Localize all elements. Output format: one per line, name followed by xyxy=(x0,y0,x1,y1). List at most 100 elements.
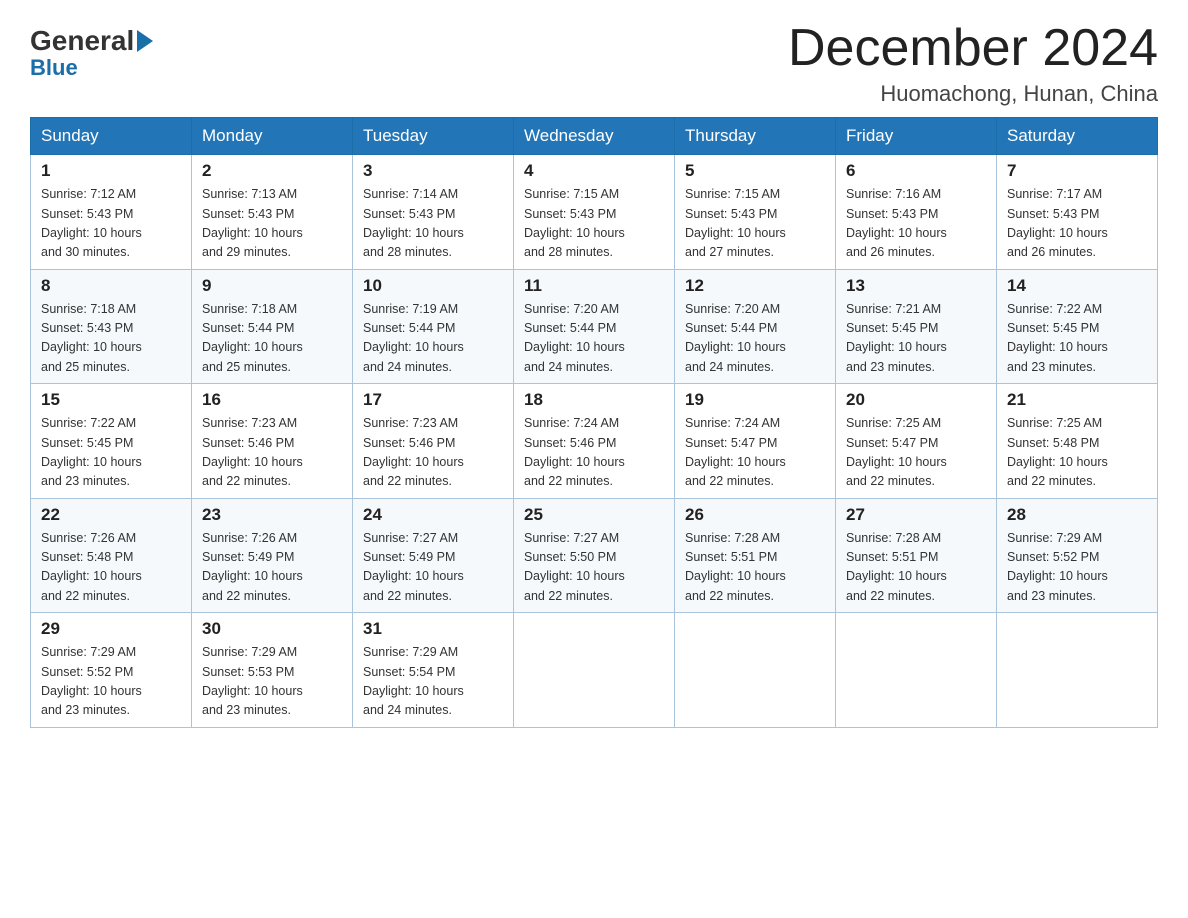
day-number: 12 xyxy=(685,276,825,296)
calendar-table: SundayMondayTuesdayWednesdayThursdayFrid… xyxy=(30,117,1158,728)
calendar-cell: 5 Sunrise: 7:15 AMSunset: 5:43 PMDaylight… xyxy=(675,155,836,270)
calendar-cell: 8 Sunrise: 7:18 AMSunset: 5:43 PMDaylight… xyxy=(31,269,192,384)
calendar-cell: 7 Sunrise: 7:17 AMSunset: 5:43 PMDaylight… xyxy=(997,155,1158,270)
day-number: 25 xyxy=(524,505,664,525)
day-info: Sunrise: 7:25 AMSunset: 5:48 PMDaylight:… xyxy=(1007,414,1147,492)
day-info: Sunrise: 7:29 AMSunset: 5:53 PMDaylight:… xyxy=(202,643,342,721)
day-info: Sunrise: 7:14 AMSunset: 5:43 PMDaylight:… xyxy=(363,185,503,263)
calendar-cell: 13Sunrise: 7:21 AMSunset: 5:45 PMDayligh… xyxy=(836,269,997,384)
calendar-cell xyxy=(514,613,675,728)
day-number: 13 xyxy=(846,276,986,296)
day-number: 11 xyxy=(524,276,664,296)
day-info: Sunrise: 7:17 AMSunset: 5:43 PMDaylight:… xyxy=(1007,185,1147,263)
calendar-cell: 30 Sunrise: 7:29 AMSunset: 5:53 PMDayligh… xyxy=(192,613,353,728)
day-number: 6 xyxy=(846,161,986,181)
weekday-header-thursday: Thursday xyxy=(675,118,836,155)
day-number: 26 xyxy=(685,505,825,525)
day-number: 7 xyxy=(1007,161,1147,181)
day-number: 24 xyxy=(363,505,503,525)
day-info: Sunrise: 7:29 AMSunset: 5:54 PMDaylight:… xyxy=(363,643,503,721)
day-info: Sunrise: 7:13 AMSunset: 5:43 PMDaylight:… xyxy=(202,185,342,263)
calendar-cell: 25 Sunrise: 7:27 AMSunset: 5:50 PMDayligh… xyxy=(514,498,675,613)
day-info: Sunrise: 7:16 AMSunset: 5:43 PMDaylight:… xyxy=(846,185,986,263)
day-number: 14 xyxy=(1007,276,1147,296)
day-number: 3 xyxy=(363,161,503,181)
day-info: Sunrise: 7:20 AMSunset: 5:44 PMDaylight:… xyxy=(685,300,825,378)
logo-blue-text: Blue xyxy=(30,55,153,81)
calendar-cell: 14 Sunrise: 7:22 AMSunset: 5:45 PMDayligh… xyxy=(997,269,1158,384)
day-number: 18 xyxy=(524,390,664,410)
weekday-header-sunday: Sunday xyxy=(31,118,192,155)
day-number: 30 xyxy=(202,619,342,639)
calendar-cell: 10 Sunrise: 7:19 AMSunset: 5:44 PMDayligh… xyxy=(353,269,514,384)
day-info: Sunrise: 7:15 AMSunset: 5:43 PMDaylight:… xyxy=(685,185,825,263)
day-info: Sunrise: 7:27 AMSunset: 5:49 PMDaylight:… xyxy=(363,529,503,607)
day-info: Sunrise: 7:25 AMSunset: 5:47 PMDaylight:… xyxy=(846,414,986,492)
calendar-cell: 22 Sunrise: 7:26 AMSunset: 5:48 PMDayligh… xyxy=(31,498,192,613)
day-number: 5 xyxy=(685,161,825,181)
day-number: 20 xyxy=(846,390,986,410)
weekday-header-monday: Monday xyxy=(192,118,353,155)
day-number: 21 xyxy=(1007,390,1147,410)
weekday-header-friday: Friday xyxy=(836,118,997,155)
calendar-cell: 21 Sunrise: 7:25 AMSunset: 5:48 PMDayligh… xyxy=(997,384,1158,499)
day-info: Sunrise: 7:27 AMSunset: 5:50 PMDaylight:… xyxy=(524,529,664,607)
day-number: 17 xyxy=(363,390,503,410)
month-title: December 2024 xyxy=(788,20,1158,77)
day-info: Sunrise: 7:24 AMSunset: 5:47 PMDaylight:… xyxy=(685,414,825,492)
weekday-header-row: SundayMondayTuesdayWednesdayThursdayFrid… xyxy=(31,118,1158,155)
calendar-cell: 31Sunrise: 7:29 AMSunset: 5:54 PMDayligh… xyxy=(353,613,514,728)
calendar-cell: 24 Sunrise: 7:27 AMSunset: 5:49 PMDayligh… xyxy=(353,498,514,613)
day-number: 8 xyxy=(41,276,181,296)
logo: General Blue xyxy=(30,25,153,81)
day-info: Sunrise: 7:22 AMSunset: 5:45 PMDaylight:… xyxy=(41,414,181,492)
day-number: 19 xyxy=(685,390,825,410)
day-info: Sunrise: 7:29 AMSunset: 5:52 PMDaylight:… xyxy=(41,643,181,721)
calendar-cell: 19 Sunrise: 7:24 AMSunset: 5:47 PMDayligh… xyxy=(675,384,836,499)
weekday-header-wednesday: Wednesday xyxy=(514,118,675,155)
day-number: 10 xyxy=(363,276,503,296)
calendar-cell: 27Sunrise: 7:28 AMSunset: 5:51 PMDayligh… xyxy=(836,498,997,613)
calendar-cell: 23Sunrise: 7:26 AMSunset: 5:49 PMDayligh… xyxy=(192,498,353,613)
calendar-cell: 20 Sunrise: 7:25 AMSunset: 5:47 PMDayligh… xyxy=(836,384,997,499)
week-row-1: 1 Sunrise: 7:12 AMSunset: 5:43 PMDaylight… xyxy=(31,155,1158,270)
calendar-cell: 11 Sunrise: 7:20 AMSunset: 5:44 PMDayligh… xyxy=(514,269,675,384)
calendar-cell xyxy=(836,613,997,728)
day-number: 22 xyxy=(41,505,181,525)
logo-general-text: General xyxy=(30,25,134,57)
day-number: 9 xyxy=(202,276,342,296)
calendar-cell: 26 Sunrise: 7:28 AMSunset: 5:51 PMDayligh… xyxy=(675,498,836,613)
calendar-cell: 2 Sunrise: 7:13 AMSunset: 5:43 PMDaylight… xyxy=(192,155,353,270)
day-info: Sunrise: 7:26 AMSunset: 5:49 PMDaylight:… xyxy=(202,529,342,607)
weekday-header-saturday: Saturday xyxy=(997,118,1158,155)
day-number: 15 xyxy=(41,390,181,410)
week-row-5: 29 Sunrise: 7:29 AMSunset: 5:52 PMDayligh… xyxy=(31,613,1158,728)
day-info: Sunrise: 7:28 AMSunset: 5:51 PMDaylight:… xyxy=(685,529,825,607)
location-title: Huomachong, Hunan, China xyxy=(788,81,1158,107)
day-info: Sunrise: 7:15 AMSunset: 5:43 PMDaylight:… xyxy=(524,185,664,263)
day-info: Sunrise: 7:12 AMSunset: 5:43 PMDaylight:… xyxy=(41,185,181,263)
day-info: Sunrise: 7:18 AMSunset: 5:43 PMDaylight:… xyxy=(41,300,181,378)
day-info: Sunrise: 7:26 AMSunset: 5:48 PMDaylight:… xyxy=(41,529,181,607)
day-number: 29 xyxy=(41,619,181,639)
day-number: 28 xyxy=(1007,505,1147,525)
calendar-cell xyxy=(997,613,1158,728)
day-info: Sunrise: 7:18 AMSunset: 5:44 PMDaylight:… xyxy=(202,300,342,378)
calendar-cell: 4 Sunrise: 7:15 AMSunset: 5:43 PMDaylight… xyxy=(514,155,675,270)
calendar-cell: 12 Sunrise: 7:20 AMSunset: 5:44 PMDayligh… xyxy=(675,269,836,384)
calendar-cell: 18Sunrise: 7:24 AMSunset: 5:46 PMDayligh… xyxy=(514,384,675,499)
day-info: Sunrise: 7:22 AMSunset: 5:45 PMDaylight:… xyxy=(1007,300,1147,378)
day-info: Sunrise: 7:19 AMSunset: 5:44 PMDaylight:… xyxy=(363,300,503,378)
calendar-cell: 1 Sunrise: 7:12 AMSunset: 5:43 PMDaylight… xyxy=(31,155,192,270)
day-number: 1 xyxy=(41,161,181,181)
day-number: 16 xyxy=(202,390,342,410)
weekday-header-tuesday: Tuesday xyxy=(353,118,514,155)
day-number: 4 xyxy=(524,161,664,181)
day-number: 27 xyxy=(846,505,986,525)
title-block: December 2024 Huomachong, Hunan, China xyxy=(788,20,1158,107)
calendar-cell: 9 Sunrise: 7:18 AMSunset: 5:44 PMDaylight… xyxy=(192,269,353,384)
calendar-cell: 15 Sunrise: 7:22 AMSunset: 5:45 PMDayligh… xyxy=(31,384,192,499)
day-info: Sunrise: 7:20 AMSunset: 5:44 PMDaylight:… xyxy=(524,300,664,378)
day-info: Sunrise: 7:29 AMSunset: 5:52 PMDaylight:… xyxy=(1007,529,1147,607)
day-number: 2 xyxy=(202,161,342,181)
